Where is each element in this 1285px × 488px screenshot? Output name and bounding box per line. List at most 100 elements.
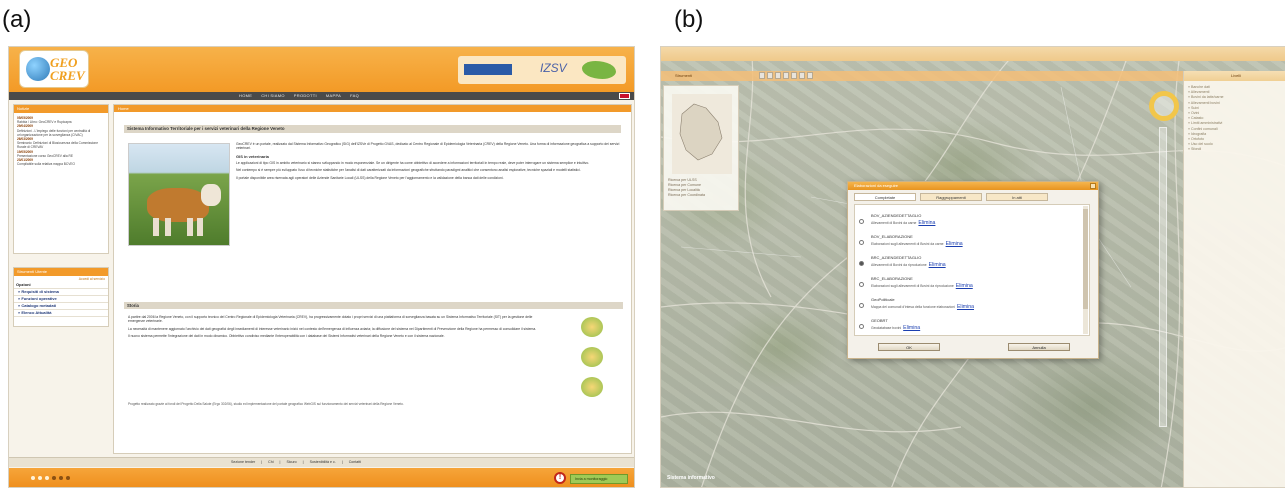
item-name: GeoPoliticale: [871, 297, 895, 302]
item-description: Allevamenti di Bovini da riproduzione Eli…: [871, 262, 946, 268]
dialog-tab[interactable]: Raggruppamenti: [920, 193, 982, 201]
geocrev-logo[interactable]: GEO CREV: [19, 50, 89, 88]
delete-link[interactable]: Elimina: [929, 262, 946, 268]
separator: |: [279, 460, 281, 464]
nav-item[interactable]: PRODOTTI: [294, 92, 317, 100]
separator: |: [341, 460, 343, 464]
info-icon[interactable]: [783, 72, 789, 79]
user-tools-header: Strumenti Utente: [14, 268, 108, 276]
nav-item[interactable]: MAPPA: [326, 92, 341, 100]
measure-icon[interactable]: [791, 72, 797, 79]
item-description: Allevamenti di Bovini da carne Elimina: [871, 220, 936, 226]
main-header: Home: [114, 105, 631, 112]
panel-label-b: (b): [674, 6, 704, 33]
monitoring-button[interactable]: Invia a monitoraggio: [570, 474, 628, 484]
logo-text: GEO CREV: [50, 55, 85, 83]
history-text-3: Il nuovo sistema permette l'integrazione…: [128, 334, 445, 339]
zoom-in-icon[interactable]: [759, 72, 765, 79]
footer-link[interactable]: Sicuro: [286, 460, 296, 464]
footer-link[interactable]: Sostenibilità e c.: [310, 460, 336, 464]
footer-links: Sezione tender | Chi | Sicuro | Sostenibilità …: [9, 457, 634, 467]
item-name: BRC_ELABORAZIONE: [871, 276, 913, 281]
overview-map[interactable]: [672, 94, 732, 174]
delete-link[interactable]: Elimina: [957, 304, 974, 310]
delete-link[interactable]: Elimina: [956, 283, 973, 289]
radio-button[interactable]: [859, 240, 864, 245]
nav-item[interactable]: HOME: [239, 92, 252, 100]
item-name: BOV_ELABORAZIONE: [871, 234, 913, 239]
item-description: Elaborazioni sugli allevamenti di Bovini…: [871, 283, 973, 289]
pan-icon[interactable]: [775, 72, 781, 79]
help-icon[interactable]: !: [554, 472, 566, 484]
menu-item[interactable]: » Funzioni operative: [14, 296, 108, 303]
radio-button[interactable]: [859, 261, 864, 266]
body-text-1: Le applicazioni di tipo GIS in ambito ve…: [236, 160, 590, 165]
gis-subtitle: GIS in veterinaria: [236, 153, 269, 159]
menu-item[interactable]: » Catalogo metadati: [14, 303, 108, 310]
site-header: GEO CREV IZSV: [9, 47, 634, 92]
radio-button[interactable]: [859, 219, 864, 224]
news-panel: Notizie 05/05/2009 Rabbia / Libro: GeoCRE…: [13, 104, 109, 254]
main-nav: HOME CHI SIAMO PRODOTTI MAPPA FAQ: [9, 92, 634, 100]
item-name: BOV_AZIENDEDETTAGLIO: [871, 213, 922, 218]
news-item[interactable]: Definizioni - L'impiego delle funzioni p…: [17, 129, 105, 137]
footer-link[interactable]: Contatti: [349, 460, 361, 464]
list-item: BRC_ELABORAZIONE Elaborazioni sugli allev…: [859, 276, 1059, 294]
footer-link[interactable]: Sezione tender: [231, 460, 255, 464]
ok-button[interactable]: OK: [878, 343, 940, 351]
leaf-logo-icon: [582, 61, 616, 79]
delete-link[interactable]: Elimina: [946, 241, 963, 247]
item-name: GEOBRT: [871, 318, 888, 323]
footer-link[interactable]: Chi: [268, 460, 273, 464]
dialog-title: Elaborazioni da eseguire: [848, 182, 1098, 190]
body-text-3: Il portale disponibile area riservata ag…: [236, 175, 504, 180]
page-title: Sistema Informativo Territoriale per i s…: [124, 125, 621, 133]
news-item[interactable]: Compilabile sulla relativa mappa BCVEO: [17, 162, 105, 166]
nav-item[interactable]: CHI SIAMO: [261, 92, 285, 100]
history-text-1: A partire dal 2006 la Regione Veneto, co…: [128, 315, 533, 324]
partner-logo-icon[interactable]: [581, 317, 603, 337]
radio-button[interactable]: [859, 282, 864, 287]
menu-item[interactable]: Opzioni: [14, 282, 108, 289]
partner-logo-icon[interactable]: [581, 347, 603, 367]
zoom-slider[interactable]: [1159, 127, 1167, 427]
nav-item[interactable]: FAQ: [350, 92, 359, 100]
menu-item[interactable]: » Requisiti di sistema: [14, 289, 108, 296]
body-text-2: Nel contempo si è sempre più sviluppato …: [236, 168, 581, 173]
list-item: BRC_AZIENDEDETTAGLIO Allevamenti di Bovin…: [859, 255, 1059, 273]
news-item[interactable]: Seminario: Definizioni di Biosicurezza d…: [17, 141, 105, 149]
print-icon[interactable]: [807, 72, 813, 79]
layers-panel: Livelli » Banche dati» Allevamenti » Bov…: [1183, 71, 1285, 487]
separator: |: [261, 460, 263, 464]
decorative-dots: [31, 476, 70, 480]
menu-item[interactable]: » Elenco Attualità: [14, 310, 108, 317]
overview-panel: Ricerca per ULSS Ricerca per Comune Ricerc…: [663, 85, 739, 211]
list-scrollbar[interactable]: [1083, 206, 1088, 334]
zoom-out-icon[interactable]: [767, 72, 773, 79]
close-icon[interactable]: [1090, 183, 1096, 189]
processing-dialog: Elaborazioni da eseguire Completate Raggr…: [847, 181, 1099, 359]
radio-button[interactable]: [859, 303, 864, 308]
dialog-tab[interactable]: In atti: [986, 193, 1048, 201]
delete-link[interactable]: Elimina: [918, 220, 935, 226]
list-item: BOV_ELABORAZIONE Elaborazioni sugli allev…: [859, 234, 1059, 252]
partner-logo-icon[interactable]: [581, 377, 603, 397]
cancel-button[interactable]: Annulla: [1008, 343, 1070, 351]
layer-item[interactable]: » Sfondi: [1188, 147, 1284, 152]
intro-text: GeoCREV è un portale, realizzato dal Sis…: [236, 142, 620, 151]
history-title: Storia: [124, 302, 623, 309]
uk-flag-icon[interactable]: [619, 93, 630, 99]
compass-icon[interactable]: [1149, 91, 1179, 121]
item-name: BRC_AZIENDEDETTAGLIO: [871, 255, 922, 260]
sponsor-logos: IZSV: [458, 56, 626, 84]
globe-icon: [26, 57, 50, 81]
radio-button[interactable]: [859, 324, 864, 329]
search-link[interactable]: Ricerca per Coordinata: [668, 193, 705, 198]
dialog-tab[interactable]: Completate: [854, 193, 916, 201]
item-description: Mappa dei comunali d'intesa della funzio…: [871, 304, 974, 310]
user-tools-panel: Strumenti Utente Accedi al servizio Opzi…: [13, 267, 109, 327]
delete-link[interactable]: Elimina: [903, 325, 920, 331]
separator: |: [302, 460, 304, 464]
history-block: A partire dal 2006 la Regione Veneto, co…: [128, 315, 538, 342]
select-icon[interactable]: [799, 72, 805, 79]
